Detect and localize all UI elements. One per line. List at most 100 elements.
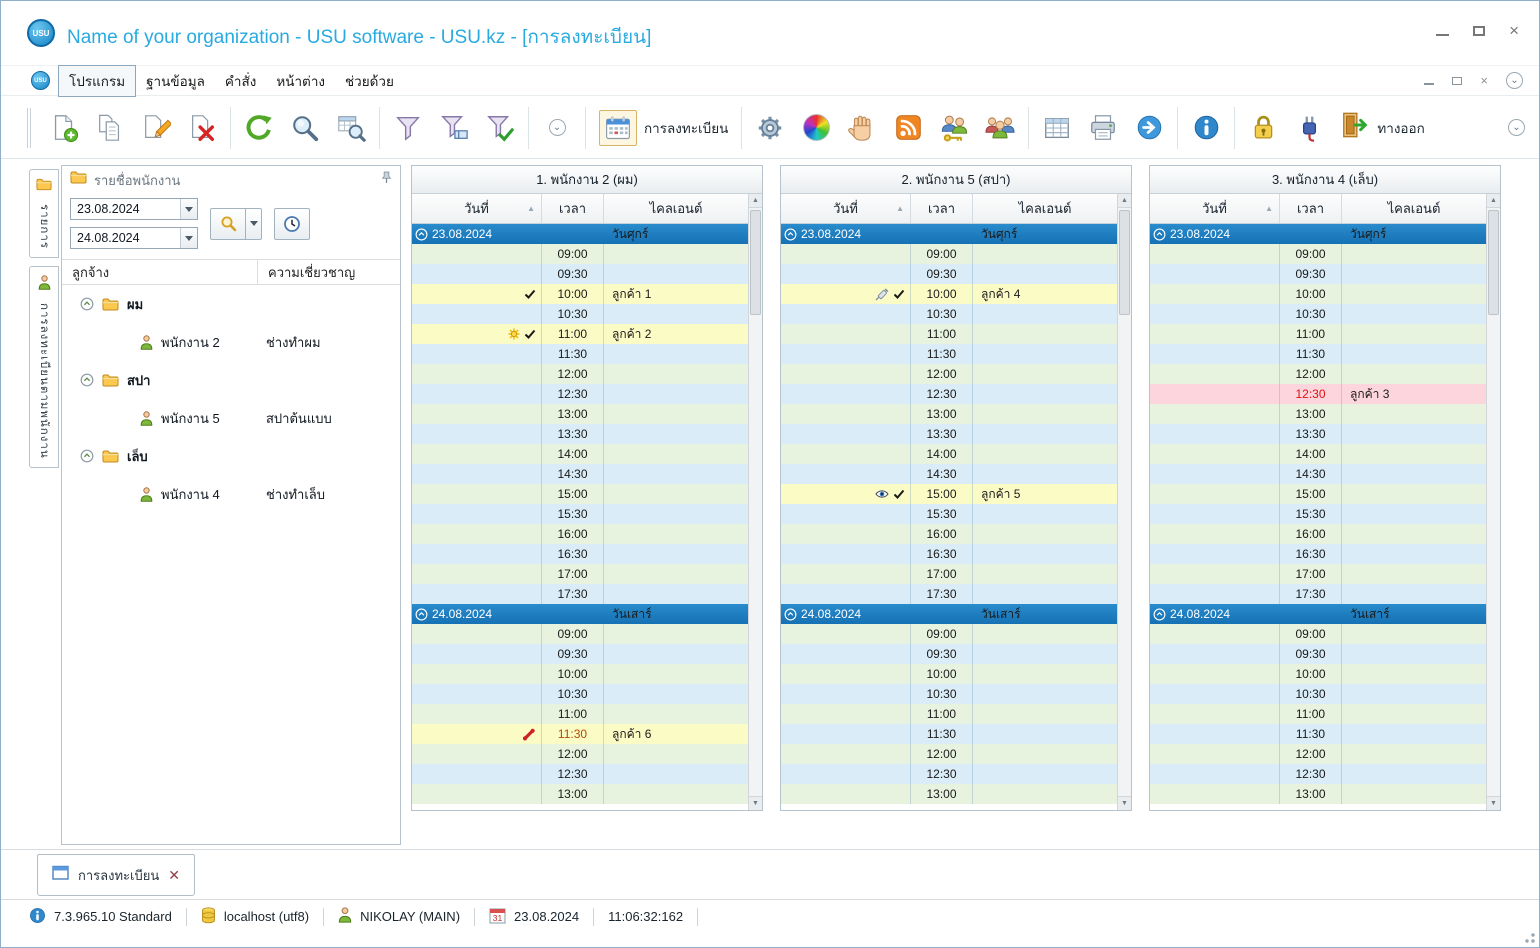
time-slot-row[interactable]: 13:30 [781,424,1117,444]
time-slot-row[interactable]: 12:00 [781,364,1117,384]
expand-icon[interactable] [415,608,428,621]
date-from-input[interactable] [71,199,180,219]
search-advanced-button[interactable] [328,103,374,153]
time-slot-row[interactable]: 13:00 [412,784,748,804]
time-slot-row[interactable]: 09:00 [781,624,1117,644]
time-slot-row[interactable]: 10:30 [781,304,1117,324]
time-slot-row[interactable]: 12:00 [1150,364,1486,384]
expand-icon[interactable] [1153,228,1166,241]
time-slot-row[interactable]: 16:00 [412,524,748,544]
time-slot-row[interactable]: 09:30 [412,264,748,284]
time-slot-row[interactable]: 12:30 [412,764,748,784]
time-slot-row[interactable]: 11:30 [781,344,1117,364]
time-slot-row[interactable]: 10:00 [1150,664,1486,684]
time-slot-row[interactable]: 17:00 [781,564,1117,584]
employee-row[interactable]: พนักงาน 4 ช่างทำเล็บ [62,475,400,513]
time-slot-row[interactable]: 10:30 [1150,684,1486,704]
users-group-icon[interactable] [977,103,1023,153]
toolbar-overflow-right-icon[interactable]: ⌄ [1508,119,1525,136]
date-header-row[interactable]: 24.08.2024 วันเสาร์ [781,604,1117,624]
scroll-up-button[interactable]: ▲ [1118,194,1131,208]
column-header-client[interactable]: ไคลเอนต์ [604,194,748,223]
edit-record-button[interactable] [133,103,179,153]
appointment-row[interactable]: 10:00 ลูกค้า 4 [781,284,1117,304]
time-slot-row[interactable]: 09:00 [781,244,1117,264]
column-header-time[interactable]: เวลา [911,194,973,223]
search-employees-button[interactable] [210,207,246,240]
add-record-button[interactable] [41,103,87,153]
time-slot-row[interactable]: 14:30 [1150,464,1486,484]
refresh-button[interactable] [236,103,282,153]
expand-icon[interactable] [80,373,94,387]
time-slot-row[interactable]: 10:30 [412,684,748,704]
time-slot-row[interactable]: 10:00 [1150,284,1486,304]
users-key-icon[interactable] [931,103,977,153]
toolbar-drag-handle[interactable] [27,107,31,148]
rss-icon[interactable] [885,103,931,153]
expand-icon[interactable] [80,449,94,463]
time-slot-row[interactable]: 15:00 [412,484,748,504]
time-slot-row[interactable]: 17:30 [781,584,1117,604]
employee-group-row[interactable]: สปา [62,361,400,399]
employee-group-row[interactable]: ผม [62,285,400,323]
time-slot-row[interactable]: 11:00 [412,704,748,724]
time-slot-row[interactable]: 09:30 [781,264,1117,284]
expand-icon[interactable] [415,228,428,241]
time-slot-row[interactable]: 13:30 [1150,424,1486,444]
left-tab-registration-by-employee[interactable]: การลงทะเบียนตามพนักงาน [29,265,59,468]
time-slot-row[interactable]: 15:30 [781,504,1117,524]
usu-menu-icon[interactable]: USU [31,71,50,90]
date-header-row[interactable]: 23.08.2024 วันศุกร์ [781,224,1117,244]
column-header-employee[interactable]: ลูกจ้าง [62,260,258,284]
column-header-time[interactable]: เวลา [542,194,604,223]
time-slot-row[interactable]: 15:30 [1150,504,1486,524]
time-slot-row[interactable]: 12:30 [1150,764,1486,784]
date-from-dropdown-icon[interactable] [180,199,197,219]
time-slot-row[interactable]: 09:00 [1150,244,1486,264]
mdi-close-button[interactable]: × [1480,73,1488,88]
registration-module-button[interactable]: การลงทะเบียน [591,109,736,146]
date-header-row[interactable]: 23.08.2024 วันศุกร์ [412,224,748,244]
appointment-row[interactable]: 11:00 ลูกค้า 2 [412,324,748,344]
time-slot-row[interactable]: 09:30 [781,644,1117,664]
exit-button[interactable]: ทางออก [1332,110,1432,145]
time-slot-row[interactable]: 10:30 [412,304,748,324]
time-slot-row[interactable]: 09:30 [1150,644,1486,664]
scroll-thumb[interactable] [1119,210,1130,315]
filter-edit-button[interactable] [431,103,477,153]
time-slot-row[interactable]: 11:00 [1150,704,1486,724]
menu-help[interactable]: ช่วยด้วย [335,66,404,96]
lock-icon[interactable] [1240,103,1286,153]
search-button[interactable] [282,103,328,153]
menu-commands[interactable]: คำสั่ง [215,66,266,96]
appointment-row[interactable]: 11:30 ลูกค้า 6 [412,724,748,744]
time-slot-row[interactable]: 10:30 [1150,304,1486,324]
tab-close-icon[interactable]: ✕ [168,867,180,884]
settings-gear-icon[interactable] [747,103,793,153]
time-slot-row[interactable]: 14:00 [412,444,748,464]
left-tab-list[interactable]: รายการ [29,169,59,258]
time-slot-row[interactable]: 10:00 [781,664,1117,684]
time-slot-row[interactable]: 16:30 [1150,544,1486,564]
scrollbar[interactable]: ▲ ▼ [748,194,762,810]
expand-icon[interactable] [1153,608,1166,621]
time-slot-row[interactable]: 14:30 [781,464,1117,484]
date-header-row[interactable]: 24.08.2024 วันเสาร์ [412,604,748,624]
column-header-date[interactable]: วันที่ ▲ [412,194,542,223]
pin-icon[interactable] [381,170,392,190]
time-button[interactable] [274,207,310,240]
time-slot-row[interactable]: 12:30 [781,764,1117,784]
time-slot-row[interactable]: 15:00 [1150,484,1486,504]
time-slot-row[interactable]: 13:30 [412,424,748,444]
print-icon[interactable] [1080,103,1126,153]
plug-icon[interactable] [1286,103,1332,153]
scrollbar[interactable]: ▲ ▼ [1117,194,1131,810]
time-slot-row[interactable]: 10:30 [781,684,1117,704]
column-header-client[interactable]: ไคลเอนต์ [973,194,1117,223]
date-to-dropdown-icon[interactable] [180,228,197,248]
time-slot-row[interactable]: 10:00 [412,664,748,684]
appointment-row[interactable]: 10:00 ลูกค้า 1 [412,284,748,304]
expand-icon[interactable] [80,297,94,311]
time-slot-row[interactable]: 12:00 [412,364,748,384]
employee-row[interactable]: พนักงาน 2 ช่างทำผม [62,323,400,361]
